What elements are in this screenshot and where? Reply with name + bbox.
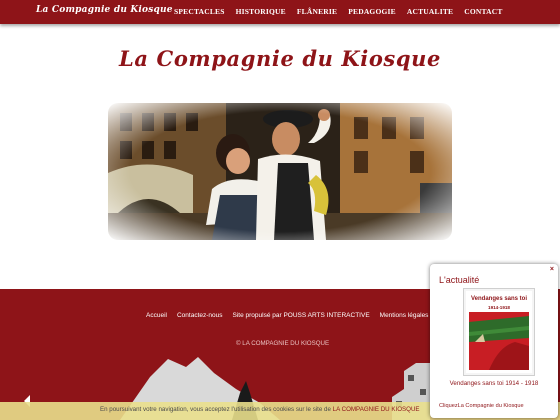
nav-pedagogie[interactable]: PEDAGOGIE: [348, 7, 396, 16]
close-icon[interactable]: ×: [550, 266, 554, 273]
popup-credit: CliquezLa Compagnie du Kiosque: [439, 403, 524, 409]
cover-title: Vendanges sans toi: [470, 296, 528, 302]
vineyard-illustration: [469, 312, 529, 370]
nav-flanerie[interactable]: FLÂNERIE: [297, 7, 337, 16]
news-cover-image[interactable]: Vendanges sans toi 1914-1918: [463, 288, 535, 376]
footer-links: Accueil Contactez-nous Site propulsé par…: [146, 312, 428, 319]
footer-link-accueil[interactable]: Accueil: [146, 312, 167, 319]
nav-contact[interactable]: CONTACT: [464, 7, 502, 16]
cookie-message: En poursuivant votre navigation, vous ac…: [100, 406, 420, 413]
nav-spectacles[interactable]: SPECTACLES: [174, 7, 225, 16]
main-menu: SPECTACLES HISTORIQUE FLÂNERIE PEDAGOGIE…: [174, 7, 503, 16]
copyright-notice: © LA COMPAGNIE DU KIOSQUE: [236, 340, 330, 347]
news-popup: × L'actualité Vendanges sans toi 1914-19…: [430, 264, 558, 418]
cookie-text: En poursuivant votre navigation, vous ac…: [100, 406, 331, 413]
footer-link-mentions-legales[interactable]: Mentions légales: [380, 312, 429, 319]
top-navigation-bar: La Compagnie du Kiosque SPECTACLES HISTO…: [0, 0, 560, 24]
footer-link-credit[interactable]: Site propulsé par POUSS ARTS INTERACTIVE: [233, 312, 370, 319]
nav-historique[interactable]: HISTORIQUE: [236, 7, 286, 16]
page-title: La Compagnie du Kiosque: [119, 46, 441, 71]
popup-credit-link[interactable]: La Compagnie du Kiosque: [458, 403, 524, 409]
cover-years: 1914-1918: [488, 305, 510, 310]
popup-credit-prefix[interactable]: Cliquez: [439, 403, 458, 409]
footer-link-contact[interactable]: Contactez-nous: [177, 312, 223, 319]
news-caption-link[interactable]: Vendanges sans toi 1914 - 1918: [430, 380, 558, 387]
popup-title: L'actualité: [439, 275, 480, 285]
site-brand[interactable]: La Compagnie du Kiosque: [36, 5, 173, 15]
cover-poster: Vendanges sans toi 1914-1918: [466, 291, 532, 373]
nav-actualite[interactable]: ACTUALITE: [407, 7, 453, 16]
cookie-site-link[interactable]: LA COMPAGNIE DU KIOSQUE: [333, 406, 420, 413]
hero-photo-dancers: [108, 103, 452, 240]
